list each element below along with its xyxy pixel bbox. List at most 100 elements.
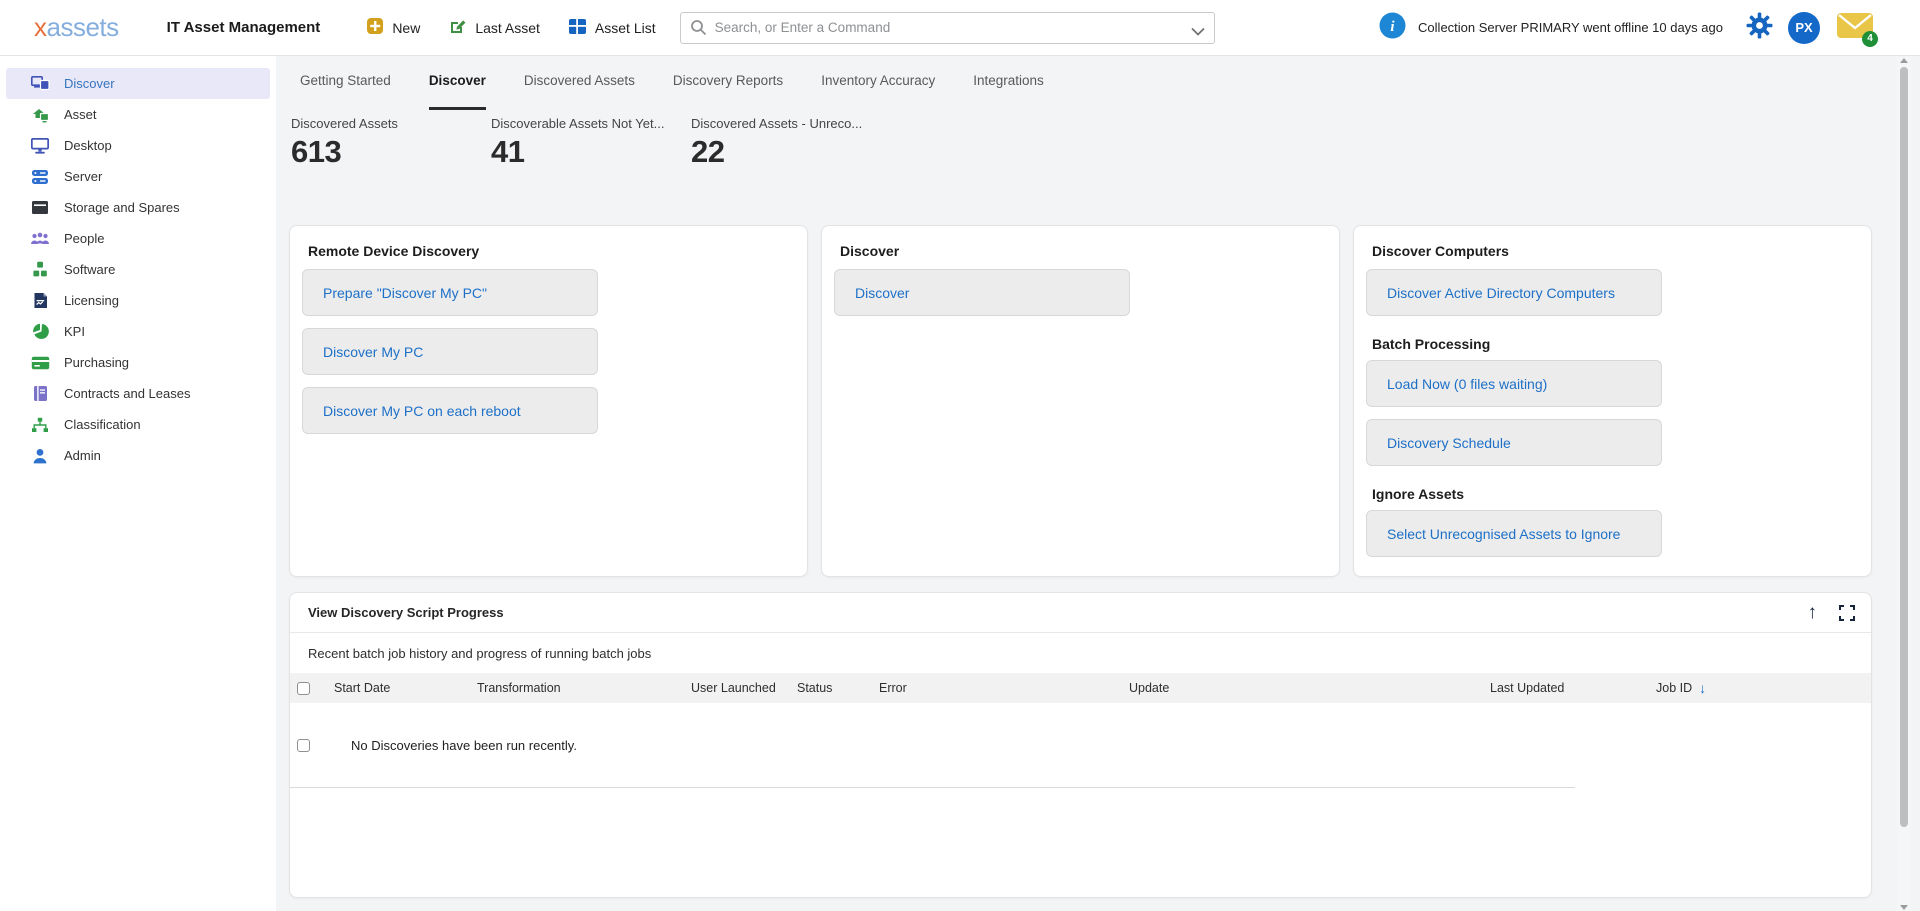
sidebar-item-label: Purchasing (64, 355, 129, 370)
chevron-down-icon[interactable] (1191, 23, 1205, 41)
sidebar-item-classification[interactable]: Classification (6, 409, 270, 440)
stat-discovered-assets[interactable]: Discovered Assets 613 (291, 116, 491, 170)
column-job-id[interactable]: Job ID (1656, 681, 1692, 695)
card-title: Discover Computers (1372, 243, 1855, 259)
search-input[interactable] (680, 12, 1215, 44)
asset-list-button[interactable]: Asset List (568, 18, 656, 38)
gear-icon[interactable] (1745, 11, 1774, 45)
row-divider (290, 787, 1575, 788)
software-cubes-icon (30, 261, 50, 278)
column-transformation[interactable]: Transformation (477, 681, 691, 695)
discovery-schedule-button[interactable]: Discovery Schedule (1366, 419, 1662, 466)
panel-header: View Discovery Script Progress ↑ (290, 593, 1871, 633)
tab-discovered-assets[interactable]: Discovered Assets (524, 56, 635, 110)
panel-title: View Discovery Script Progress (308, 605, 504, 620)
last-asset-button[interactable]: Last Asset (448, 17, 540, 39)
tab-getting-started[interactable]: Getting Started (300, 56, 391, 110)
sidebar-item-label: Contracts and Leases (64, 386, 190, 401)
column-start-date[interactable]: Start Date (334, 681, 477, 695)
sidebar-item-asset[interactable]: Asset (6, 99, 270, 130)
grid-icon (568, 18, 587, 38)
discover-ad-computers-button[interactable]: Discover Active Directory Computers (1366, 269, 1662, 316)
stat-discoverable-not-yet[interactable]: Discoverable Assets Not Yet... 41 (491, 116, 691, 170)
discover-button[interactable]: Discover (834, 269, 1130, 316)
sidebar-item-people[interactable]: People (6, 223, 270, 254)
vertical-scrollbar[interactable] (1897, 57, 1911, 911)
command-search (680, 12, 1215, 44)
pie-chart-icon (30, 323, 50, 340)
tab-discovery-reports[interactable]: Discovery Reports (673, 56, 783, 110)
sidebar-item-label: People (64, 231, 104, 246)
xassets-logo[interactable]: xassets (34, 12, 119, 43)
stat-unrecognised[interactable]: Discovered Assets - Unreco... 22 (691, 116, 891, 170)
select-unrecognised-button[interactable]: Select Unrecognised Assets to Ignore (1366, 510, 1662, 557)
main-content: Getting Started Discover Discovered Asse… (276, 56, 1920, 911)
new-button[interactable]: New (366, 17, 420, 38)
card-title: Remote Device Discovery (308, 243, 791, 259)
sidebar-item-purchasing[interactable]: Purchasing (6, 347, 270, 378)
status-message: Collection Server PRIMARY went offline 1… (1418, 20, 1723, 35)
server-icon (30, 169, 50, 185)
sidebar-item-kpi[interactable]: KPI (6, 316, 270, 347)
column-user-launched[interactable]: User Launched (691, 681, 797, 695)
sidebar-item-discover[interactable]: Discover (6, 68, 270, 99)
panel-subtitle: Recent batch job history and progress of… (290, 633, 1871, 661)
column-last-updated[interactable]: Last Updated (1490, 681, 1656, 695)
info-icon[interactable]: i (1379, 12, 1406, 44)
sort-desc-icon[interactable]: ↓ (1699, 680, 1706, 696)
collapse-arrow-icon[interactable]: ↑ (1808, 603, 1818, 622)
sidebar-item-label: Classification (64, 417, 141, 432)
license-document-icon (30, 292, 50, 309)
table-header-row: Start Date Transformation User Launched … (290, 673, 1871, 703)
load-now-button[interactable]: Load Now (0 files waiting) (1366, 360, 1662, 407)
contracts-book-icon (30, 385, 50, 402)
fullscreen-icon[interactable] (1839, 605, 1855, 621)
tab-discover[interactable]: Discover (429, 56, 486, 110)
logo-x: x (34, 12, 47, 42)
column-status[interactable]: Status (797, 681, 879, 695)
sidebar-item-desktop[interactable]: Desktop (6, 130, 270, 161)
empty-message: No Discoveries have been run recently. (351, 738, 577, 753)
card-discover: Discover Discover (821, 225, 1340, 577)
discover-my-pc-button[interactable]: Discover My PC (302, 328, 598, 375)
new-label: New (392, 20, 420, 36)
tab-integrations[interactable]: Integrations (973, 56, 1044, 110)
batch-processing-heading: Batch Processing (1372, 336, 1855, 352)
asset-icon (30, 106, 50, 123)
sidebar-item-licensing[interactable]: Licensing (6, 285, 270, 316)
stat-label: Discovered Assets - Unreco... (691, 116, 891, 131)
select-all-checkbox[interactable] (297, 682, 310, 695)
discover-my-pc-reboot-button[interactable]: Discover My PC on each reboot (302, 387, 598, 434)
sidebar-item-admin[interactable]: Admin (6, 440, 270, 471)
search-icon (690, 19, 707, 41)
scroll-up-arrow[interactable] (1900, 58, 1908, 63)
card-remote-device-discovery: Remote Device Discovery Prepare "Discove… (289, 225, 808, 577)
cards-row: Remote Device Discovery Prepare "Discove… (289, 225, 1872, 577)
header-right-group: i Collection Server PRIMARY went offline… (1379, 11, 1874, 45)
scrollbar-thumb[interactable] (1900, 67, 1908, 827)
row-checkbox[interactable] (297, 739, 310, 752)
sidebar-item-server[interactable]: Server (6, 161, 270, 192)
tab-inventory-accuracy[interactable]: Inventory Accuracy (821, 56, 935, 110)
mail-button[interactable]: 4 (1836, 11, 1874, 45)
app-title: IT Asset Management (167, 19, 321, 36)
stat-label: Discovered Assets (291, 116, 491, 131)
avatar[interactable]: PX (1788, 12, 1820, 44)
sidebar-item-contracts-and-leases[interactable]: Contracts and Leases (6, 378, 270, 409)
column-update[interactable]: Update (1129, 681, 1490, 695)
edit-icon (448, 17, 467, 39)
prepare-discover-my-pc-button[interactable]: Prepare "Discover My PC" (302, 269, 598, 316)
scroll-down-arrow[interactable] (1900, 905, 1908, 910)
logo-assets: assets (47, 12, 119, 42)
plus-icon (366, 17, 384, 38)
sidebar-item-storage-and-spares[interactable]: Storage and Spares (6, 192, 270, 223)
column-error[interactable]: Error (879, 681, 1129, 695)
sidebar-item-label: Desktop (64, 138, 112, 153)
panel-actions: ↑ (1808, 603, 1856, 622)
tab-bar: Getting Started Discover Discovered Asse… (276, 56, 1920, 110)
sidebar-item-software[interactable]: Software (6, 254, 270, 285)
sidebar-item-label: Storage and Spares (64, 200, 180, 215)
sidebar-item-label: Server (64, 169, 102, 184)
person-icon (30, 448, 50, 464)
people-icon (30, 231, 50, 246)
